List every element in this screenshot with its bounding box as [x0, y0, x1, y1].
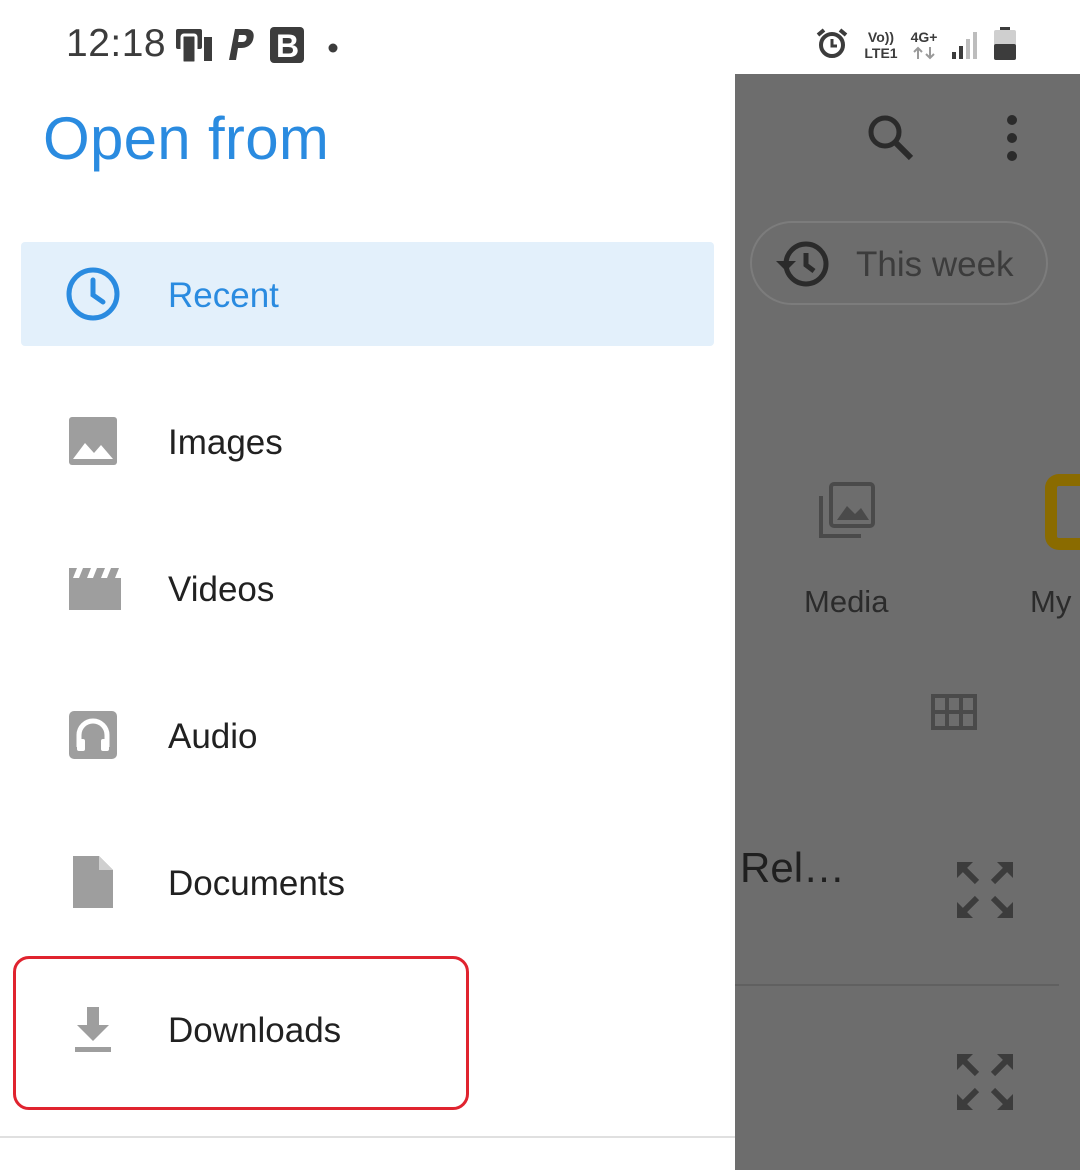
media-icon — [819, 482, 875, 543]
svg-text:B: B — [276, 28, 299, 64]
clock-icon — [65, 266, 121, 322]
dot-icon — [328, 40, 338, 58]
headphones-icon — [65, 707, 121, 763]
image-icon — [65, 413, 121, 469]
nav-label-documents: Documents — [168, 864, 346, 903]
drawer-divider — [0, 1136, 735, 1138]
background-app-scrim[interactable]: This week Media My Rel… — [735, 74, 1080, 1170]
paypal-icon — [226, 27, 256, 68]
lte-label: LTE1 — [864, 45, 898, 61]
status-time: 12:18 — [66, 22, 167, 65]
nav-item-documents[interactable]: Documents — [21, 830, 714, 934]
data-arrows-icon — [912, 46, 936, 65]
alarm-icon — [816, 28, 848, 65]
nav-label-videos: Videos — [168, 570, 275, 609]
my-label: My — [1030, 584, 1072, 619]
this-week-chip: This week — [750, 221, 1048, 305]
media-label: Media — [804, 584, 889, 619]
grid-icon — [931, 694, 977, 735]
clapperboard-icon — [67, 560, 123, 616]
volte-label: Vo)) — [867, 29, 895, 45]
expand-icon — [953, 858, 1017, 927]
nav-label-recent: Recent — [168, 276, 279, 315]
drawer-title: Open from — [43, 105, 330, 172]
status-bar: 12:18 B Vo)) LTE1 4G+ — [0, 0, 1080, 74]
nav-item-recent[interactable]: Recent — [21, 242, 714, 346]
history-icon — [774, 239, 832, 294]
recent-truncated-label: Rel… — [740, 844, 846, 891]
document-icon — [65, 854, 121, 910]
divider — [735, 984, 1059, 986]
my-files-icon — [1045, 474, 1080, 550]
network-type-label: 4G+ — [910, 29, 938, 45]
nav-item-audio[interactable]: Audio — [21, 683, 714, 787]
search-icon — [865, 112, 915, 167]
nav-item-images[interactable]: Images — [21, 389, 714, 493]
bold-b-icon: B — [268, 25, 308, 70]
nav-label-images: Images — [168, 423, 283, 462]
screen: 12:18 B Vo)) LTE1 4G+ This week Media My… — [0, 0, 1080, 1170]
downloads-highlight-box — [13, 956, 469, 1110]
more-options-icon — [1005, 114, 1019, 167]
battery-icon — [992, 26, 1018, 67]
signal-icon — [950, 30, 980, 65]
nfc-icon — [174, 27, 214, 70]
expand-icon — [953, 1050, 1017, 1119]
chip-label: This week — [856, 245, 1014, 284]
nav-label-audio: Audio — [168, 717, 258, 756]
nav-item-videos[interactable]: Videos — [21, 536, 714, 640]
